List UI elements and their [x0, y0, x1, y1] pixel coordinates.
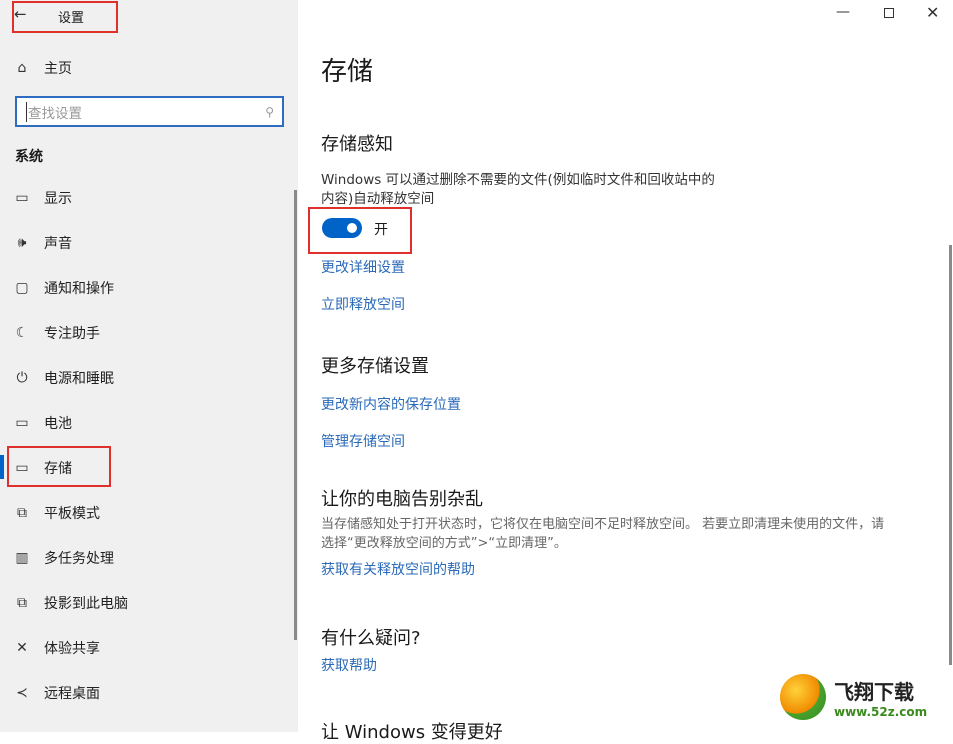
change-save-location-link[interactable]: 更改新内容的保存位置: [321, 394, 461, 414]
selected-indicator: [0, 455, 4, 479]
sidebar-item-label: 投影到此电脑: [44, 593, 128, 613]
change-settings-link[interactable]: 更改详细设置: [321, 257, 405, 277]
sidebar-item-label: 多任务处理: [44, 548, 114, 568]
share-icon: ✕: [0, 640, 44, 656]
sidebar-item-label: 平板模式: [44, 503, 100, 523]
desc-line: 选择“更改释放空间的方式”>“立即清理”。: [321, 534, 884, 553]
sidebar-item-label: 通知和操作: [44, 278, 114, 298]
notification-icon: ▢: [0, 280, 44, 296]
sidebar-item[interactable]: ✕体验共享: [0, 630, 290, 666]
search-icon: ⚲: [265, 105, 274, 119]
sidebar: ← 设置 ⌂ 主页 查找设置 ⚲ 系统 ▭显示🕪声音▢通知和操作☾专注助手⏻电源…: [0, 0, 298, 732]
highlight-box: [12, 1, 118, 33]
main-pane: — ✕ 存储 存储感知 Windows 可以通过删除不需要的文件(例如临时文件和…: [298, 0, 953, 732]
main-scrollbar[interactable]: [949, 245, 952, 665]
search-placeholder: 查找设置: [26, 102, 82, 122]
storage-sense-desc: Windows 可以通过删除不需要的文件(例如临时文件和回收站中的 内容)自动释…: [321, 171, 715, 209]
sidebar-item[interactable]: ▭显示: [0, 180, 290, 216]
sidebar-scrollbar[interactable]: [294, 190, 297, 640]
sidebar-item-label: 远程桌面: [44, 683, 100, 703]
sidebar-item[interactable]: ▢通知和操作: [0, 270, 290, 306]
search-input[interactable]: 查找设置 ⚲: [15, 96, 284, 127]
sidebar-item[interactable]: ⧉投影到此电脑: [0, 585, 290, 621]
monitor-icon: ▭: [0, 190, 44, 206]
battery-icon: ▭: [0, 415, 44, 431]
sidebar-item[interactable]: ≺远程桌面: [0, 675, 290, 711]
highlight-box: [7, 446, 111, 487]
declutter-heading: 让你的电脑告别杂乱: [321, 485, 483, 511]
moon-icon: ☾: [0, 325, 44, 341]
power-icon: ⏻: [0, 370, 44, 386]
sidebar-item-label: 主页: [44, 58, 72, 78]
question-heading: 有什么疑问?: [321, 624, 421, 650]
maximize-button[interactable]: [884, 8, 894, 18]
project-icon: ⧉: [0, 595, 44, 611]
sidebar-item[interactable]: 🕪声音: [0, 225, 290, 261]
remote-icon: ≺: [0, 685, 44, 701]
free-space-help-link[interactable]: 获取有关释放空间的帮助: [321, 559, 475, 579]
sidebar-item-label: 显示: [44, 188, 72, 208]
tablet-icon: ⧉: [0, 505, 44, 521]
watermark: 飞翔下载 www.52z.com: [780, 674, 927, 720]
home-icon: ⌂: [0, 60, 44, 76]
manage-storage-link[interactable]: 管理存储空间: [321, 431, 405, 451]
speaker-icon: 🕪: [0, 235, 44, 251]
free-space-now-link[interactable]: 立即释放空间: [321, 294, 405, 314]
watermark-logo-icon: [780, 674, 826, 720]
sidebar-item-label: 电池: [44, 413, 72, 433]
sidebar-item[interactable]: ☾专注助手: [0, 315, 290, 351]
more-storage-heading: 更多存储设置: [321, 352, 429, 378]
desc-line: Windows 可以通过删除不需要的文件(例如临时文件和回收站中的: [321, 171, 715, 190]
sidebar-item-label: 电源和睡眠: [44, 368, 114, 388]
sidebar-item-home[interactable]: ⌂ 主页: [0, 50, 290, 86]
storage-sense-heading: 存储感知: [321, 130, 393, 156]
sidebar-item-label: 声音: [44, 233, 72, 253]
sidebar-item[interactable]: ▥多任务处理: [0, 540, 290, 576]
multitask-icon: ▥: [0, 550, 44, 566]
sidebar-item-label: 体验共享: [44, 638, 100, 658]
get-help-link[interactable]: 获取帮助: [321, 655, 377, 675]
feedback-heading: 让 Windows 变得更好: [321, 718, 503, 744]
page-title: 存储: [321, 51, 373, 88]
minimize-button[interactable]: —: [836, 4, 850, 20]
sidebar-item[interactable]: ⧉平板模式: [0, 495, 290, 531]
section-heading: 系统: [15, 146, 43, 166]
sidebar-item-label: 专注助手: [44, 323, 100, 343]
sidebar-item[interactable]: ▭电池: [0, 405, 290, 441]
watermark-brand: 飞翔下载: [834, 676, 927, 705]
declutter-desc: 当存储感知处于打开状态时，它将仅在电脑空间不足时释放空间。 若要立即清理未使用的…: [321, 515, 884, 553]
close-button[interactable]: ✕: [926, 3, 939, 22]
highlight-box: [308, 207, 412, 254]
sidebar-item[interactable]: ⏻电源和睡眠: [0, 360, 290, 396]
watermark-url: www.52z.com: [834, 705, 927, 719]
desc-line: 当存储感知处于打开状态时，它将仅在电脑空间不足时释放空间。 若要立即清理未使用的…: [321, 515, 884, 534]
